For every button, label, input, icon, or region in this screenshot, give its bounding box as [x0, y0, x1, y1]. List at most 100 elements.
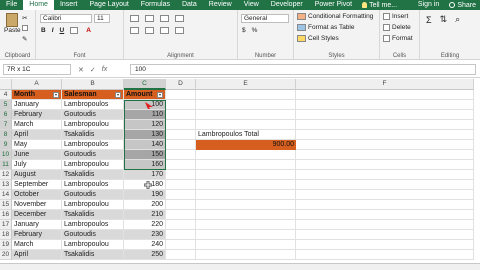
tab-view[interactable]: View: [238, 0, 265, 10]
row-header[interactable]: 18: [0, 230, 12, 240]
cell[interactable]: [196, 230, 296, 240]
month-cell[interactable]: February: [12, 110, 62, 120]
salesman-cell[interactable]: Goutoudis: [62, 190, 124, 200]
month-cell[interactable]: September: [12, 180, 62, 190]
bold-button[interactable]: B: [41, 27, 46, 34]
column-header-c[interactable]: C: [124, 79, 166, 90]
cell[interactable]: [296, 210, 474, 220]
cell[interactable]: [196, 240, 296, 250]
align-middle-icon[interactable]: [145, 15, 154, 22]
filter-dropdown-icon[interactable]: [53, 91, 59, 98]
salesman-cell[interactable]: Tsakalidis: [62, 210, 124, 220]
font-size-select[interactable]: 11: [94, 14, 110, 23]
amount-cell[interactable]: 240: [124, 240, 166, 250]
cell[interactable]: [196, 120, 296, 130]
number-format-select[interactable]: General: [241, 14, 289, 23]
align-right-icon[interactable]: [160, 27, 169, 34]
cell[interactable]: [166, 220, 196, 230]
cell[interactable]: [296, 140, 474, 150]
row-header[interactable]: 19: [0, 240, 12, 250]
month-cell[interactable]: July: [12, 160, 62, 170]
cell[interactable]: [166, 100, 196, 110]
tab-formulas[interactable]: Formulas: [135, 0, 176, 10]
formula-input[interactable]: 100: [130, 64, 476, 75]
amount-cell[interactable]: 230: [124, 230, 166, 240]
cell[interactable]: [296, 220, 474, 230]
cell[interactable]: [166, 240, 196, 250]
month-cell[interactable]: June: [12, 150, 62, 160]
merge-center-icon[interactable]: [175, 27, 184, 34]
month-cell[interactable]: March: [12, 120, 62, 130]
cell[interactable]: [166, 120, 196, 130]
row-header[interactable]: 20: [0, 250, 12, 260]
amount-cell[interactable]: 190: [124, 190, 166, 200]
month-cell[interactable]: November: [12, 200, 62, 210]
table-header-amount[interactable]: Amount: [124, 90, 166, 100]
cell[interactable]: [166, 190, 196, 200]
tab-insert[interactable]: Insert: [54, 0, 84, 10]
cancel-icon[interactable]: ✕: [78, 66, 84, 74]
column-header-a[interactable]: A: [12, 79, 62, 90]
month-cell[interactable]: October: [12, 190, 62, 200]
align-left-icon[interactable]: [130, 27, 139, 34]
month-cell[interactable]: March: [12, 240, 62, 250]
total-value[interactable]: 900.00: [196, 140, 296, 150]
cell[interactable]: [196, 110, 296, 120]
cell[interactable]: [166, 250, 196, 260]
cell[interactable]: [296, 160, 474, 170]
select-all-corner[interactable]: [0, 79, 12, 90]
month-cell[interactable]: January: [12, 220, 62, 230]
cell[interactable]: [166, 180, 196, 190]
cell[interactable]: [196, 100, 296, 110]
month-cell[interactable]: August: [12, 170, 62, 180]
row-header[interactable]: 6: [0, 110, 12, 120]
salesman-cell[interactable]: Goutoudis: [62, 150, 124, 160]
row-header[interactable]: 8: [0, 130, 12, 140]
cell[interactable]: [296, 230, 474, 240]
row-header[interactable]: 5: [0, 100, 12, 110]
row-header[interactable]: 15: [0, 200, 12, 210]
cell[interactable]: [196, 170, 296, 180]
align-top-icon[interactable]: [130, 15, 139, 22]
tab-data[interactable]: Data: [176, 0, 203, 10]
cell[interactable]: [196, 200, 296, 210]
enter-icon[interactable]: ✓: [90, 66, 96, 74]
currency-button[interactable]: $: [242, 27, 246, 34]
autosum-icon[interactable]: Σ: [426, 15, 432, 25]
salesman-cell[interactable]: Lambropoulos: [62, 220, 124, 230]
salesman-cell[interactable]: Tsakalidis: [62, 170, 124, 180]
cell[interactable]: [196, 250, 296, 260]
row-header[interactable]: 13: [0, 180, 12, 190]
font-name-select[interactable]: Calibri: [40, 14, 92, 23]
format-painter-button[interactable]: ✎: [22, 35, 27, 43]
conditional-formatting-button[interactable]: Conditional Formatting: [297, 13, 373, 20]
tab-review[interactable]: Review: [203, 0, 238, 10]
align-bottom-icon[interactable]: [160, 15, 169, 22]
amount-cell[interactable]: 110: [124, 110, 166, 120]
align-center-icon[interactable]: [145, 27, 154, 34]
italic-button[interactable]: I: [52, 27, 54, 34]
row-header[interactable]: 16: [0, 210, 12, 220]
row-header[interactable]: 4: [0, 90, 12, 100]
salesman-cell[interactable]: Lambropoulos: [62, 140, 124, 150]
cell[interactable]: [166, 150, 196, 160]
cell[interactable]: [296, 190, 474, 200]
cell[interactable]: [296, 90, 474, 100]
borders-icon[interactable]: [70, 27, 79, 34]
cell[interactable]: [196, 90, 296, 100]
copy-button[interactable]: [22, 25, 30, 31]
salesman-cell[interactable]: Lambropoulou: [62, 240, 124, 250]
delete-cells-button[interactable]: Delete: [383, 24, 411, 31]
format-as-table-button[interactable]: Format as Table: [297, 24, 354, 31]
percent-button[interactable]: %: [252, 27, 258, 34]
cell[interactable]: [196, 160, 296, 170]
amount-cell[interactable]: 200: [124, 200, 166, 210]
salesman-cell[interactable]: Goutoudis: [62, 230, 124, 240]
tab-power-pivot[interactable]: Power Pivot: [309, 0, 358, 10]
font-color-icon[interactable]: A: [86, 27, 91, 34]
month-cell[interactable]: January: [12, 100, 62, 110]
amount-cell[interactable]: 150: [124, 150, 166, 160]
amount-cell[interactable]: 220: [124, 220, 166, 230]
month-cell[interactable]: December: [12, 210, 62, 220]
sort-filter-icon[interactable]: ⇅: [440, 14, 448, 25]
